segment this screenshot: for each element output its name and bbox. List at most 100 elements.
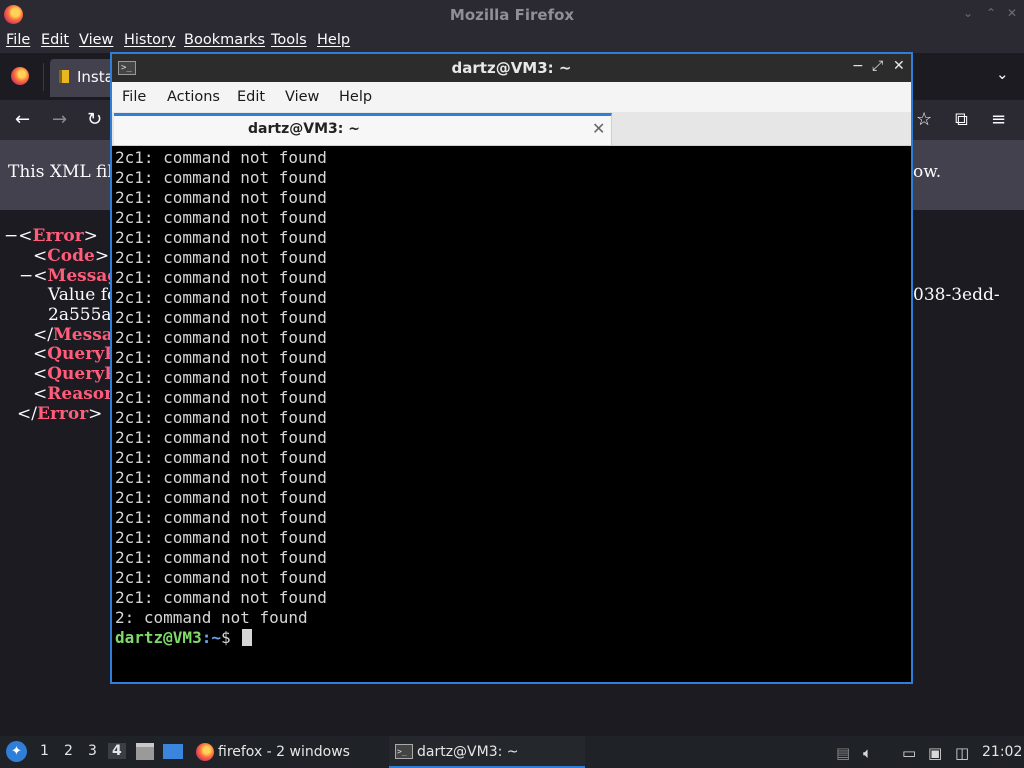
menu-help[interactable]: Help [317, 32, 350, 48]
file-manager-icon[interactable] [136, 743, 154, 760]
terminal-output-line: 2c1: command not found [115, 508, 327, 527]
xml-line: <QueryP [33, 364, 117, 384]
terminal-output-line: 2c1: command not found [115, 268, 327, 287]
browser-tab-label: Insta [77, 68, 114, 86]
terminal-output-line: 2c1: command not found [115, 328, 327, 347]
terminal-output-line: 2c1: command not found [115, 348, 327, 367]
terminal-tabbar: dartz@VM3: ~ ✕ [112, 112, 911, 146]
terminal-output-line: 2c1: command not found [115, 228, 327, 247]
notes-icon[interactable]: ▭ [902, 744, 916, 762]
terminal-menu-help[interactable]: Help [339, 89, 372, 105]
terminal-output-line: 2c1: command not found [115, 188, 327, 207]
terminal-menu-edit[interactable]: Edit [237, 89, 265, 105]
list-tabs-chevron-icon[interactable]: ⌄ [996, 65, 1009, 83]
terminal-output-line: 2c1: command not found [115, 568, 327, 587]
taskbar-task-label: dartz@VM3: ~ [417, 744, 519, 760]
workspace-1[interactable]: 1 [40, 743, 49, 759]
firefox-titlebar: Mozilla Firefox ⌄ ⌃ ✕ [0, 0, 1024, 29]
firefox-window-title: Mozilla Firefox [449, 6, 575, 24]
terminal-icon: >_ [395, 744, 413, 759]
workspace-3[interactable]: 3 [88, 743, 97, 759]
prompt-user: dartz@VM3 [115, 628, 202, 647]
network-icon[interactable]: ▣ [928, 744, 942, 762]
terminal-window[interactable]: >_ dartz@VM3: ~ − ⤢ ✕ File Actions Edit … [110, 52, 913, 684]
terminal-output-line: 2c1: command not found [115, 528, 327, 547]
terminal-output-line: 2c1: command not found [115, 308, 327, 327]
xml-line: <QueryP [33, 344, 117, 364]
show-desktop-icon[interactable] [163, 744, 183, 759]
workspace-2[interactable]: 2 [64, 743, 73, 759]
firefox-menubar: File Edit View History Bookmarks Tools H… [0, 29, 1024, 53]
xml-line: </Error> [17, 404, 103, 424]
menu-file[interactable]: File [6, 32, 30, 48]
start-menu-icon[interactable]: ✦ [6, 741, 27, 762]
bookmark-star-icon[interactable]: ☆ [916, 109, 932, 130]
terminal-output-line: 2c1: command not found [115, 428, 327, 447]
terminal-menu-view[interactable]: View [285, 89, 319, 105]
terminal-output-line: 2c1: command not found [115, 588, 327, 607]
app-menu-icon[interactable]: ≡ [991, 109, 1006, 130]
reload-icon[interactable]: ↻ [87, 109, 102, 130]
close-icon[interactable]: ✕ [893, 58, 905, 74]
taskbar: ✦ 1 2 3 4 firefox - 2 windows >_ dartz@V… [0, 736, 1024, 768]
menu-edit[interactable]: Edit [41, 32, 69, 48]
terminal-output-line: 2c1: command not found [115, 248, 327, 267]
taskbar-task-firefox[interactable]: firefox - 2 windows [192, 736, 377, 768]
terminal-output-line: 2c1: command not found [115, 408, 327, 427]
terminal-output-line: 2c1: command not found [115, 388, 327, 407]
terminal-output-line: 2: command not found [115, 608, 308, 627]
close-tab-icon[interactable]: ✕ [592, 119, 605, 138]
tab-separator [43, 63, 44, 91]
maximize-icon[interactable]: ⌃ [986, 6, 996, 20]
terminal-menu-file[interactable]: File [122, 89, 146, 105]
terminal-output[interactable]: 2c1: command not found 2c1: command not f… [112, 146, 911, 682]
menu-tools[interactable]: Tools [271, 32, 307, 48]
terminal-output-line: 2c1: command not found [115, 368, 327, 387]
terminal-prompt[interactable]: dartz@VM3:~$ [115, 628, 911, 648]
close-icon[interactable]: ✕ [1007, 6, 1017, 20]
firefox-icon [196, 743, 214, 761]
xml-line: <Code>I [33, 246, 116, 266]
xml-info-text-left: This XML file [8, 162, 123, 182]
xml-line: −<Error> [4, 226, 98, 246]
xml-line: 038-3edd- [913, 285, 1000, 305]
terminal-menu-actions[interactable]: Actions [167, 89, 220, 105]
volume-icon[interactable]: 🔈︎ [863, 744, 872, 762]
prompt-symbol: $ [220, 628, 241, 647]
terminal-output-line: 2c1: command not found [115, 168, 327, 187]
terminal-tab-label: dartz@VM3: ~ [248, 121, 360, 137]
clipboard-icon[interactable]: ▤ [836, 744, 850, 762]
clock: 21:02 [982, 744, 1023, 760]
terminal-tab[interactable]: dartz@VM3: ~ ✕ [114, 113, 612, 145]
xml-line: −<Messag [19, 266, 120, 286]
menu-view[interactable]: View [79, 32, 113, 48]
workspace-4[interactable]: 4 [108, 743, 126, 759]
prompt-dir: ~ [211, 628, 221, 647]
terminal-output-line: 2c1: command not found [115, 208, 327, 227]
xml-line: 2a555a [48, 305, 112, 325]
extensions-icon[interactable]: ⧉ [955, 109, 968, 130]
terminal-titlebar[interactable]: >_ dartz@VM3: ~ − ⤢ ✕ [112, 54, 911, 82]
menu-bookmarks[interactable]: Bookmarks [184, 32, 265, 48]
maximize-icon[interactable]: ⤢ [872, 58, 883, 74]
terminal-output-line: 2c1: command not found [115, 548, 327, 567]
terminal-output-line: 2c1: command not found [115, 468, 327, 487]
firefox-view-icon[interactable] [11, 67, 29, 85]
back-arrow-icon[interactable]: ← [15, 109, 30, 130]
forward-arrow-icon[interactable]: → [52, 109, 67, 130]
terminal-output-line: 2c1: command not found [115, 288, 327, 307]
taskbar-task-label: firefox - 2 windows [218, 744, 350, 760]
terminal-output-line: 2c1: command not found [115, 148, 327, 167]
terminal-window-title: dartz@VM3: ~ [451, 59, 572, 77]
minimize-icon[interactable]: ⌄ [963, 6, 973, 20]
tab-favicon-icon [59, 70, 69, 83]
terminal-menubar: File Actions Edit View Help [112, 82, 911, 112]
xml-line: Value fo [48, 285, 118, 305]
minimize-icon[interactable]: − [852, 58, 864, 74]
taskbar-task-terminal[interactable]: >_ dartz@VM3: ~ [389, 736, 585, 768]
notifications-icon[interactable]: ◫ [955, 744, 969, 762]
menu-history[interactable]: History [124, 32, 176, 48]
terminal-output-line: 2c1: command not found [115, 448, 327, 467]
xml-info-text-right: ow. [913, 162, 942, 182]
prompt-separator: : [201, 628, 212, 647]
